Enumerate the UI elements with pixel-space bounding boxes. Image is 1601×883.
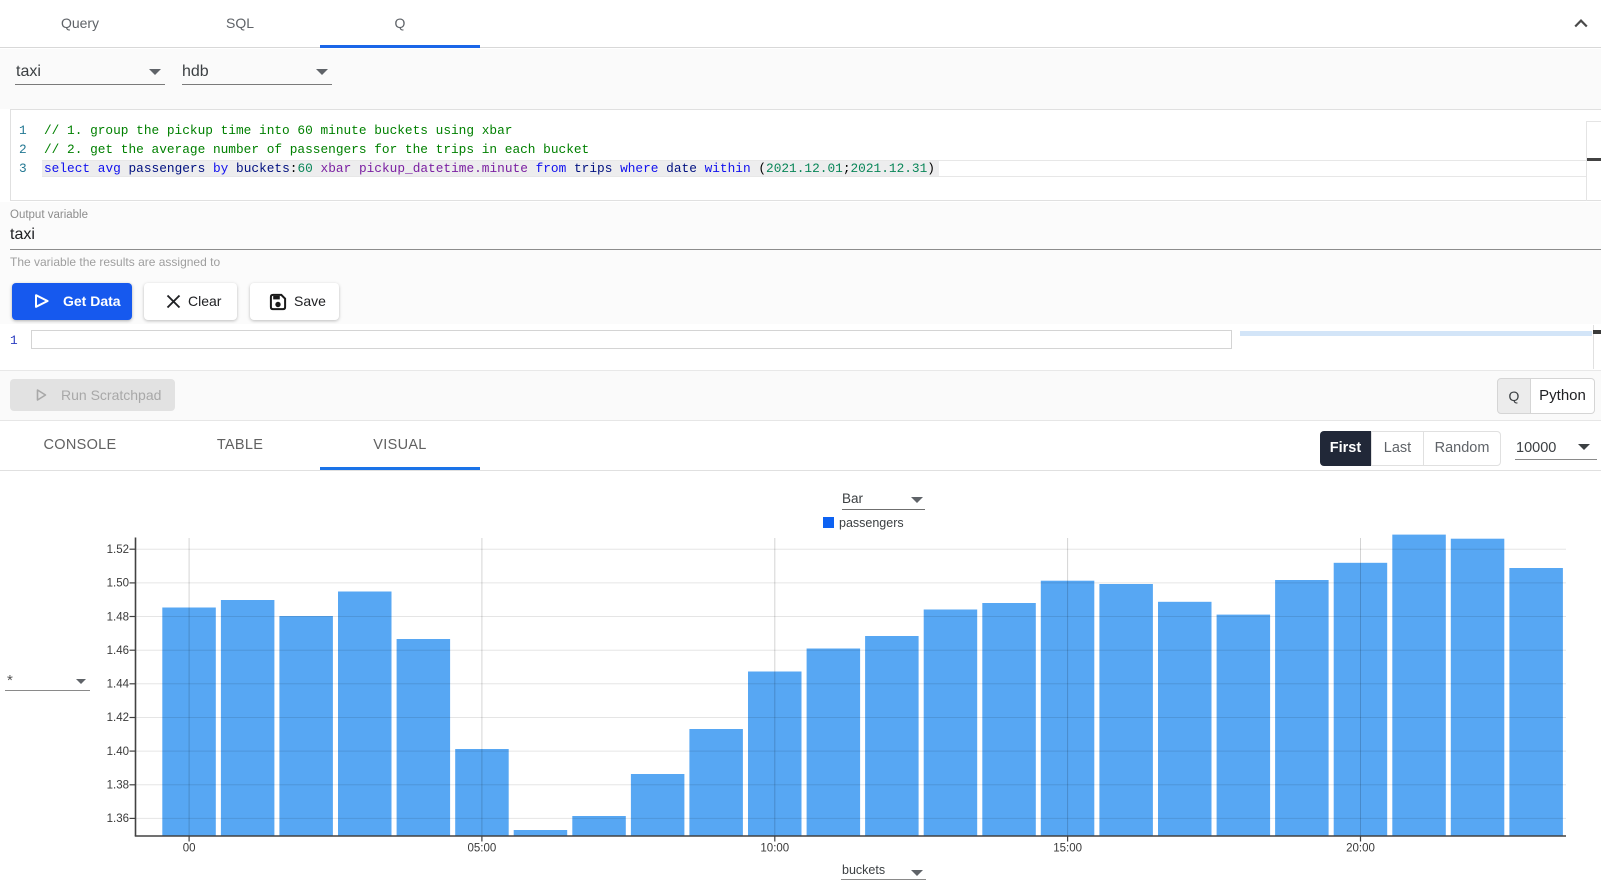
svg-text:1.52: 1.52 bbox=[107, 544, 129, 556]
svg-text:05:00: 05:00 bbox=[468, 843, 497, 855]
svg-text:1.42: 1.42 bbox=[107, 712, 129, 724]
svg-text:1.46: 1.46 bbox=[107, 645, 129, 657]
svg-text:1.44: 1.44 bbox=[107, 679, 130, 691]
svg-text:20:00: 20:00 bbox=[1346, 843, 1375, 855]
svg-text:1.38: 1.38 bbox=[107, 780, 129, 792]
svg-text:1.36: 1.36 bbox=[107, 813, 129, 825]
svg-text:10:00: 10:00 bbox=[760, 843, 789, 855]
svg-text:1.48: 1.48 bbox=[107, 611, 129, 623]
svg-text:1.50: 1.50 bbox=[107, 578, 129, 590]
svg-text:00: 00 bbox=[183, 843, 196, 855]
svg-text:1.40: 1.40 bbox=[107, 746, 129, 758]
svg-text:15:00: 15:00 bbox=[1053, 843, 1082, 855]
